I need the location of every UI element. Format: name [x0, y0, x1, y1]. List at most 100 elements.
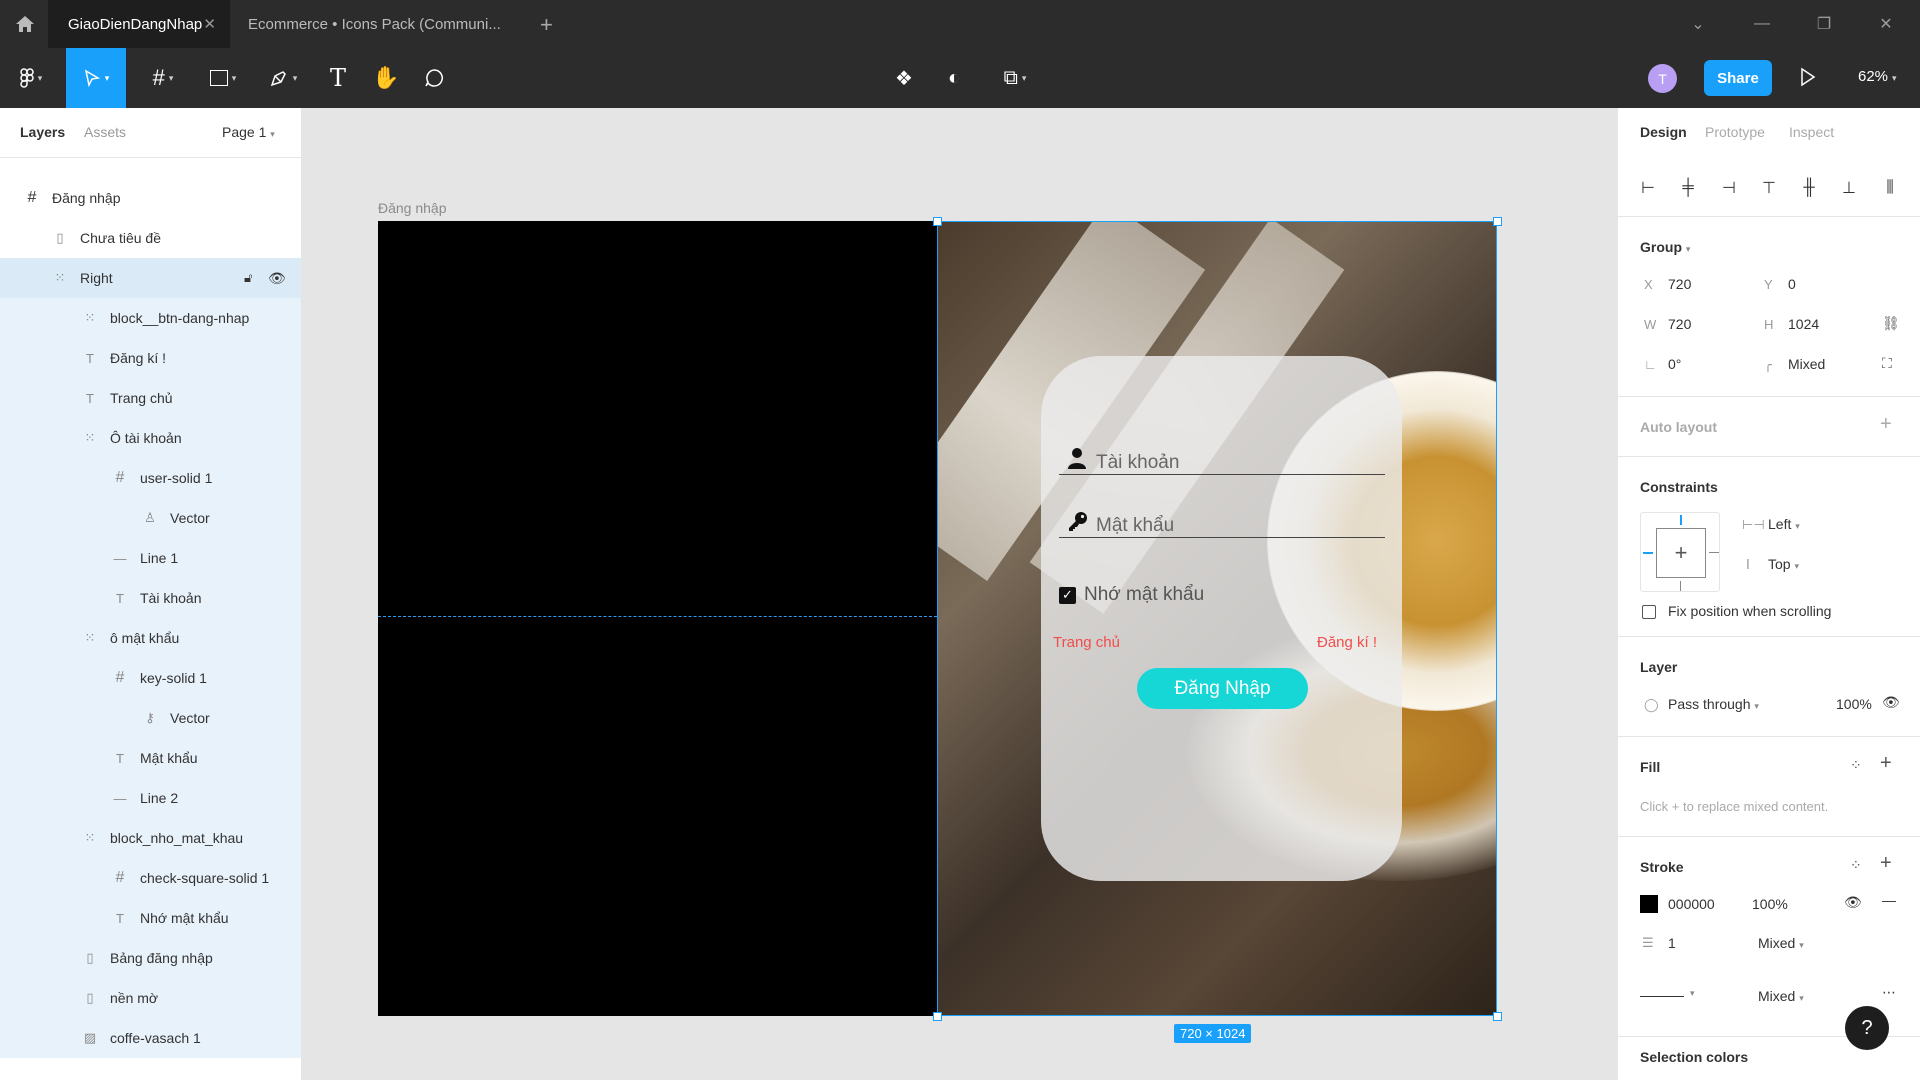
align-center-v-icon[interactable]: ╫: [1797, 176, 1821, 200]
layer-rectangle[interactable]: ▯ Bảng đăng nhập: [0, 938, 301, 978]
layer-vector[interactable]: ⚷ Vector: [0, 698, 301, 738]
layer-line[interactable]: — Line 1: [0, 538, 301, 578]
restore-icon[interactable]: ❐: [1804, 0, 1844, 48]
blend-mode-dropdown[interactable]: Pass through ▾: [1668, 696, 1759, 712]
layer-frame[interactable]: # check-square-solid 1: [0, 858, 301, 898]
align-left-icon[interactable]: ⊢: [1636, 176, 1660, 200]
y-field[interactable]: 0: [1788, 276, 1796, 292]
layer-text[interactable]: T Đăng kí !: [0, 338, 301, 378]
layer-frame[interactable]: # Đăng nhập: [0, 178, 301, 218]
page-selector[interactable]: Page 1 ▾: [222, 124, 275, 140]
stroke-weight-field[interactable]: 1: [1668, 935, 1676, 951]
layer-image[interactable]: ▨ coffe-vasach 1: [0, 1018, 301, 1058]
layer-text[interactable]: T Trang chủ: [0, 378, 301, 418]
fix-position-checkbox[interactable]: [1642, 605, 1656, 619]
minimize-icon[interactable]: —: [1742, 0, 1782, 48]
more-options-icon[interactable]: ⋯: [1882, 984, 1896, 1001]
eye-icon[interactable]: 👁︎: [268, 270, 286, 287]
horizontal-constraint-dropdown[interactable]: Left ▾: [1768, 516, 1800, 532]
zoom-dropdown[interactable]: 62% ▾: [1858, 68, 1897, 85]
main-menu-button[interactable]: ▾: [8, 48, 54, 108]
align-bottom-icon[interactable]: ⊥: [1837, 176, 1861, 200]
pen-tool[interactable]: ▾: [258, 48, 308, 108]
tab-giaodiendangnhap[interactable]: GiaoDienDangNhap ✕: [48, 0, 230, 48]
align-center-h-icon[interactable]: ╪: [1676, 176, 1700, 200]
stroke-opacity-field[interactable]: 100%: [1752, 896, 1788, 912]
stroke-style-dropdown[interactable]: [1640, 996, 1684, 997]
align-right-icon[interactable]: ⊣: [1717, 176, 1741, 200]
resize-handle[interactable]: [933, 217, 942, 226]
close-window-icon[interactable]: ✕: [1866, 0, 1906, 48]
layer-group[interactable]: ⁙ block__btn-dang-nhap: [0, 298, 301, 338]
shape-tool[interactable]: ▾: [198, 48, 248, 108]
group-title[interactable]: Group ▾: [1640, 239, 1690, 255]
tab-prototype[interactable]: Prototype: [1705, 124, 1765, 140]
text-tool[interactable]: T: [318, 48, 358, 108]
add-auto-layout-icon[interactable]: +: [1880, 413, 1892, 436]
layer-group-right[interactable]: ⁙ Right 🔓︎ 👁︎: [0, 258, 301, 298]
present-icon[interactable]: [1800, 67, 1816, 90]
stroke-align-dropdown[interactable]: Mixed ▾: [1758, 935, 1804, 951]
stroke-color-swatch[interactable]: [1640, 895, 1658, 913]
hand-tool[interactable]: ✋: [366, 48, 406, 108]
mask-button[interactable]: ◐: [934, 48, 974, 108]
lock-icon[interactable]: 🔓︎: [244, 270, 252, 286]
resize-handle[interactable]: [1493, 217, 1502, 226]
stroke-color-field[interactable]: 000000: [1668, 896, 1715, 912]
frame-tool[interactable]: # ▾: [138, 48, 188, 108]
layer-group[interactable]: ⁙ Ô tài khoản: [0, 418, 301, 458]
layer-vector[interactable]: ♙ Vector: [0, 498, 301, 538]
avatar[interactable]: T: [1648, 64, 1677, 93]
layer-frame[interactable]: # user-solid 1: [0, 458, 301, 498]
frame-label[interactable]: Đăng nhập: [378, 200, 447, 216]
layer-rectangle[interactable]: ▯ nền mờ: [0, 978, 301, 1018]
layer-text[interactable]: T Tài khoản: [0, 578, 301, 618]
layer-group[interactable]: ⁙ block_nho_mat_khau: [0, 818, 301, 858]
eye-icon[interactable]: 👁︎: [1882, 694, 1900, 711]
height-field[interactable]: 1024: [1788, 316, 1819, 332]
stroke-cap-dropdown[interactable]: Mixed ▾: [1758, 988, 1804, 1004]
chevron-down-icon[interactable]: ⌄: [1678, 0, 1718, 48]
independent-corners-icon[interactable]: ⛶: [1882, 355, 1892, 372]
layer-rectangle[interactable]: ▯ Chưa tiêu đề: [0, 218, 301, 258]
resize-handle[interactable]: [933, 1012, 942, 1021]
chevron-down-icon[interactable]: ▾: [1690, 988, 1695, 999]
close-tab-icon[interactable]: ✕: [203, 15, 216, 33]
tab-inspect[interactable]: Inspect: [1789, 124, 1834, 140]
tab-design[interactable]: Design: [1640, 124, 1687, 140]
layer-frame[interactable]: # key-solid 1: [0, 658, 301, 698]
constrain-proportions-icon[interactable]: ⛓︎: [1882, 315, 1900, 332]
tab-assets[interactable]: Assets: [84, 124, 126, 140]
left-black-rectangle[interactable]: [378, 221, 937, 1016]
layer-text[interactable]: T Nhớ mật khẩu: [0, 898, 301, 938]
help-button[interactable]: ?: [1845, 1006, 1889, 1050]
add-fill-icon[interactable]: +: [1880, 752, 1892, 775]
rotation-field[interactable]: 0°: [1668, 356, 1681, 372]
x-field[interactable]: 720: [1668, 276, 1691, 292]
constraint-widget[interactable]: +: [1640, 512, 1720, 592]
canvas[interactable]: Đăng nhập Tài khoản Mật khẩu ✓ Nhớ mật k…: [302, 108, 1617, 1080]
corner-radius-field[interactable]: Mixed: [1788, 356, 1825, 372]
styles-icon[interactable]: ⁘: [1850, 757, 1862, 774]
vertical-constraint-dropdown[interactable]: Top ▾: [1768, 556, 1799, 572]
layer-line[interactable]: — Line 2: [0, 778, 301, 818]
components-button[interactable]: ❖: [884, 48, 924, 108]
layer-group[interactable]: ⁙ ô mật khẩu: [0, 618, 301, 658]
remove-stroke-icon[interactable]: —: [1882, 892, 1896, 908]
layer-text[interactable]: T Mật khẩu: [0, 738, 301, 778]
resize-handle[interactable]: [1493, 1012, 1502, 1021]
styles-icon[interactable]: ⁘: [1850, 857, 1862, 874]
comment-tool[interactable]: [414, 48, 454, 108]
layer-opacity-field[interactable]: 100%: [1836, 696, 1872, 712]
boolean-button[interactable]: ⧉ ▾: [990, 48, 1040, 108]
eye-icon[interactable]: 👁︎: [1844, 894, 1862, 911]
move-tool[interactable]: ▾: [66, 48, 126, 108]
align-top-icon[interactable]: ⊤: [1757, 176, 1781, 200]
share-button[interactable]: Share: [1704, 60, 1772, 96]
tab-layers[interactable]: Layers: [20, 124, 65, 140]
add-stroke-icon[interactable]: +: [1880, 852, 1892, 875]
tab-ecommerce[interactable]: Ecommerce • Icons Pack (Communi...: [230, 0, 501, 48]
width-field[interactable]: 720: [1668, 316, 1691, 332]
distribute-icon[interactable]: ⫼: [1878, 176, 1902, 200]
add-tab-icon[interactable]: +: [540, 12, 553, 38]
